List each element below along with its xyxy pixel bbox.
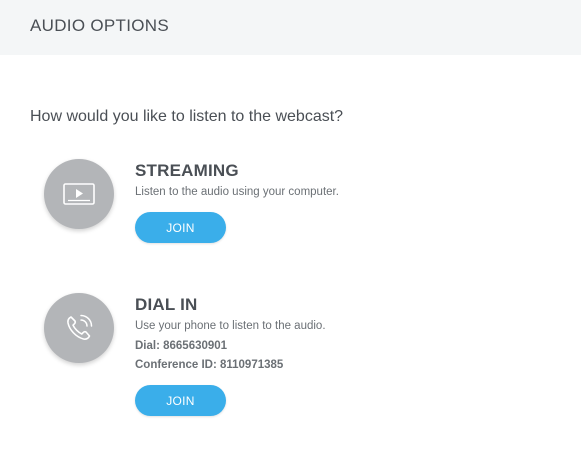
streaming-option: STREAMING Listen to the audio using your… [0,159,581,259]
streaming-title: STREAMING [135,161,239,180]
header-bar: AUDIO OPTIONS [0,0,581,55]
dial-in-join-button[interactable]: JOIN [135,385,226,416]
dial-in-description: Use your phone to listen to the audio. [135,320,326,332]
streaming-icon-circle [44,159,114,229]
conference-id: Conference ID: 8110971385 [135,359,284,371]
audio-question: How would you like to listen to the webc… [30,108,344,125]
dial-in-title: DIAL IN [135,295,198,314]
streaming-description: Listen to the audio using your computer. [135,186,339,198]
video-screen-icon [63,183,95,205]
dial-in-icon-circle [44,293,114,363]
streaming-join-button[interactable]: JOIN [135,212,226,243]
page-title: AUDIO OPTIONS [30,16,169,35]
phone-icon [62,311,96,345]
dial-in-option: DIAL IN Use your phone to listen to the … [0,293,581,433]
dial-number: Dial: 8665630901 [135,340,228,352]
